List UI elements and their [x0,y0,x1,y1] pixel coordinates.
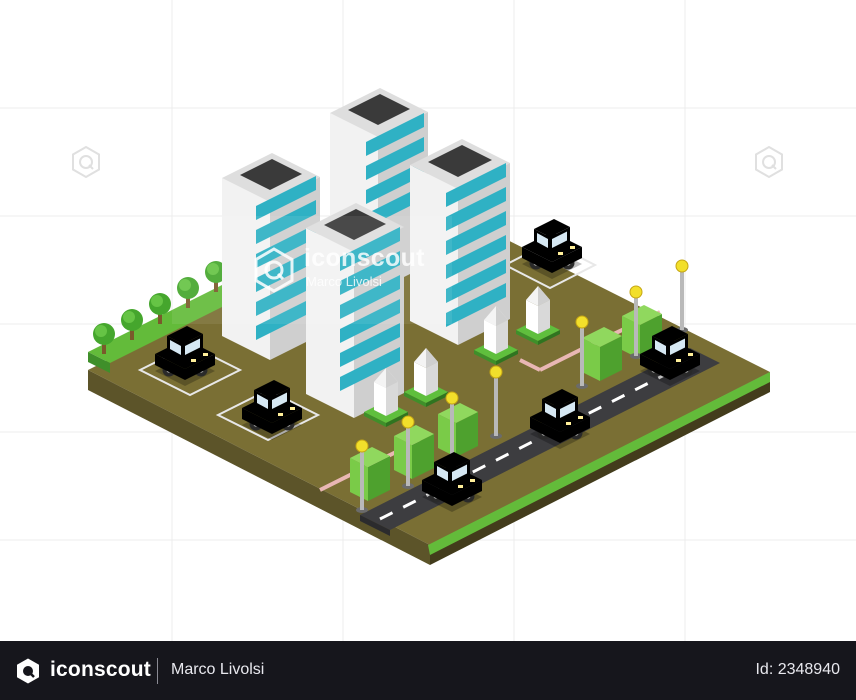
watermark-brand: iconscout [304,244,425,272]
center-watermark: iconscout Marco Livolsi [246,240,456,300]
isometric-city-illustration [88,88,770,565]
hedge [394,425,434,479]
footer-asset-id: Id: 2348940 [755,661,840,678]
footer-divider [157,658,158,684]
street-lamp [675,259,689,334]
iconscout-logo-icon [17,658,39,684]
stage: iconscout Marco Livolsi iconscout Marco … [0,0,856,700]
footer-author[interactable]: Marco Livolsi [171,661,264,679]
footer-brand[interactable]: iconscout [50,658,151,682]
hedge [582,327,622,381]
iconscout-logo-icon [254,247,294,293]
hedge [438,403,478,457]
footer-bar: iconscout Marco Livolsi Id: 2348940 [0,641,856,700]
watermark-author: Marco Livolsi [306,274,382,289]
hedge [350,447,390,501]
